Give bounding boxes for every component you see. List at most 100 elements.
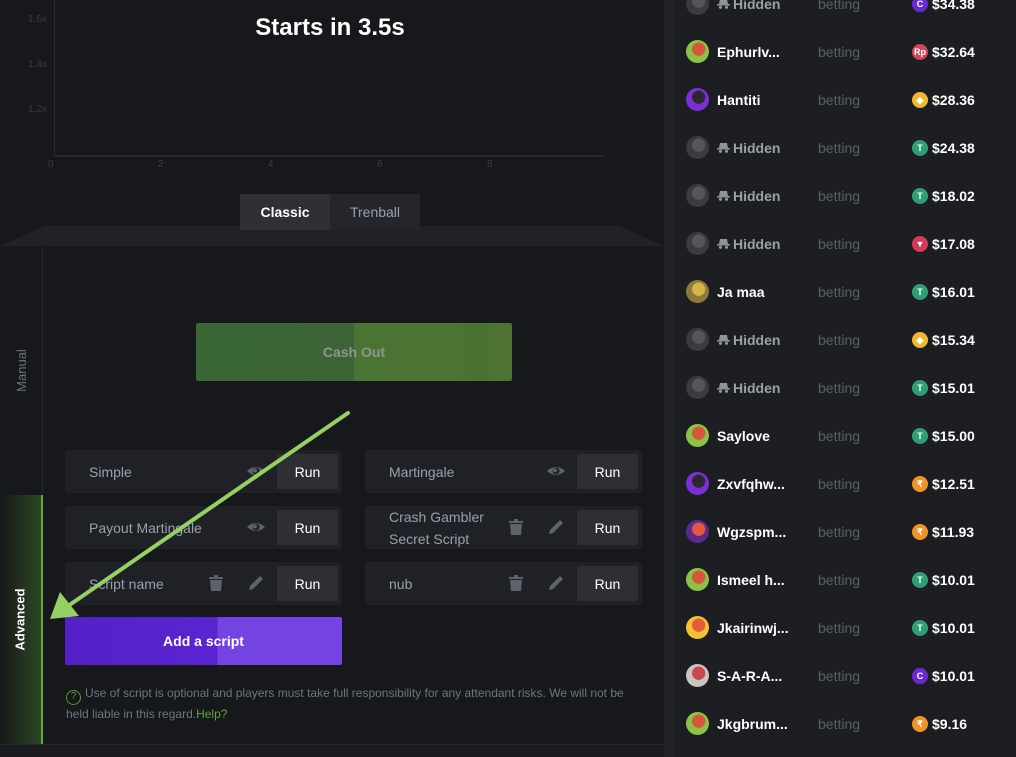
avatar[interactable]	[686, 712, 709, 735]
player-row: Hidden betting T $18.02	[674, 172, 1016, 220]
run-button[interactable]: Run	[577, 566, 638, 601]
question-icon: ?	[66, 690, 81, 705]
run-button[interactable]: Run	[277, 454, 338, 489]
usdt-coin-icon: T	[912, 284, 928, 300]
player-row: Hidden betting ◆ $15.34	[674, 316, 1016, 364]
player-name[interactable]: Ephurlv...	[717, 28, 780, 76]
bet-amount: ▼ $17.08	[912, 220, 975, 268]
inr-coin-icon: ₹	[912, 716, 928, 732]
player-name-text: Hantiti	[717, 92, 761, 108]
trash-icon[interactable]	[506, 517, 526, 537]
bnb-coin-icon: ◆	[912, 332, 928, 348]
disclaimer-text: Use of script is optional and players mu…	[66, 686, 624, 721]
trx-coin-icon: ▼	[912, 236, 928, 252]
player-name[interactable]: Jkgbrum...	[717, 700, 788, 748]
x-axis	[54, 155, 604, 157]
eye-icon[interactable]	[246, 517, 266, 537]
player-name[interactable]: Hidden	[717, 220, 780, 268]
avatar[interactable]	[686, 472, 709, 495]
trash-icon[interactable]	[506, 573, 526, 593]
idr-coin-icon: Rp	[912, 44, 928, 60]
incognito-icon	[717, 335, 730, 345]
pencil-icon[interactable]	[246, 573, 266, 593]
player-name[interactable]: Ja maa	[717, 268, 764, 316]
player-name-text: Hidden	[733, 0, 781, 12]
player-name-text: Jkgbrum...	[717, 716, 788, 732]
avatar[interactable]	[686, 328, 709, 351]
tab-manual[interactable]: Manual	[0, 246, 42, 495]
player-name[interactable]: Zxvfqhw...	[717, 460, 785, 508]
avatar[interactable]	[686, 376, 709, 399]
player-name[interactable]: Hidden	[717, 172, 780, 220]
bet-status: betting	[818, 236, 861, 252]
trash-icon[interactable]	[206, 573, 226, 593]
pencil-icon[interactable]	[546, 573, 566, 593]
avatar[interactable]	[686, 280, 709, 303]
eye-icon[interactable]	[546, 461, 566, 481]
player-name-text: Zxvfqhw...	[717, 476, 785, 492]
player-name-text: Wgzspm...	[717, 524, 787, 540]
run-button[interactable]: Run	[577, 510, 638, 545]
bet-amount: T $15.00	[912, 412, 975, 460]
players-list: Hidden betting C $34.38 Ephurlv... betting Rp $…	[674, 0, 1016, 757]
run-button[interactable]: Run	[577, 454, 638, 489]
script-item: Crash Gambler Secret Script Run	[365, 506, 642, 549]
player-name[interactable]: Hidden	[717, 364, 780, 412]
bet-amount-text: $17.08	[932, 236, 975, 252]
avatar[interactable]	[686, 184, 709, 207]
avatar[interactable]	[686, 0, 709, 15]
bet-amount-text: $15.00	[932, 428, 975, 444]
player-name[interactable]: Hidden	[717, 124, 780, 172]
avatar[interactable]	[686, 136, 709, 159]
bet-amount-text: $10.01	[932, 668, 975, 684]
bet-amount: ₹ $9.16	[912, 700, 967, 748]
tab-trenball[interactable]: Trenball	[330, 194, 420, 230]
eye-icon[interactable]	[246, 461, 266, 481]
pencil-icon[interactable]	[546, 517, 566, 537]
script-item: Payout Martingale Run	[65, 506, 342, 549]
player-name-text: Hidden	[733, 332, 781, 348]
player-name[interactable]: S-A-R-A...	[717, 652, 782, 700]
bet-status: betting	[818, 572, 861, 588]
tab-advanced[interactable]: Advanced	[0, 495, 43, 744]
incognito-icon	[717, 191, 730, 201]
avatar[interactable]	[686, 664, 709, 687]
player-name[interactable]: Jkairinwj...	[717, 604, 789, 652]
bet-amount-text: $28.36	[932, 92, 975, 108]
avatar[interactable]	[686, 88, 709, 111]
avatar[interactable]	[686, 616, 709, 639]
avatar[interactable]	[686, 520, 709, 543]
avatar[interactable]	[686, 40, 709, 63]
player-name-text: Hidden	[733, 236, 781, 252]
bet-amount-text: $24.38	[932, 140, 975, 156]
run-button[interactable]: Run	[277, 510, 338, 545]
player-name-text: Hidden	[733, 188, 781, 204]
bet-amount-text: $12.51	[932, 476, 975, 492]
tab-classic[interactable]: Classic	[240, 194, 330, 230]
bet-amount: ₹ $12.51	[912, 460, 975, 508]
avatar[interactable]	[686, 568, 709, 591]
avatar[interactable]	[686, 424, 709, 447]
bet-amount: T $15.01	[912, 364, 975, 412]
run-button[interactable]: Run	[277, 566, 338, 601]
cash-out-button[interactable]: Cash Out	[196, 323, 512, 381]
player-name[interactable]: Hantiti	[717, 76, 761, 124]
player-name[interactable]: Ismeel h...	[717, 556, 785, 604]
bet-amount-text: $10.01	[932, 620, 975, 636]
help-link[interactable]: Help?	[196, 707, 227, 721]
bet-status: betting	[818, 620, 861, 636]
bet-amount: T $18.02	[912, 172, 975, 220]
player-name[interactable]: Saylove	[717, 412, 770, 460]
player-name[interactable]: Hidden	[717, 316, 780, 364]
player-name[interactable]: Wgzspm...	[717, 508, 786, 556]
bet-amount-text: $15.01	[932, 380, 975, 396]
avatar[interactable]	[686, 232, 709, 255]
player-name-text: Hidden	[733, 140, 781, 156]
player-row: Hidden betting C $34.38	[674, 0, 1016, 28]
bet-status: betting	[818, 428, 861, 444]
bet-status: betting	[818, 284, 861, 300]
player-name[interactable]: Hidden	[717, 0, 780, 28]
game-panel: 1.6x 1.4x 1.2x 0 2 4 6 8 Starts in 3.5s …	[0, 0, 664, 757]
add-script-button[interactable]: Add a script	[65, 617, 342, 665]
bottom-bar	[0, 744, 664, 757]
